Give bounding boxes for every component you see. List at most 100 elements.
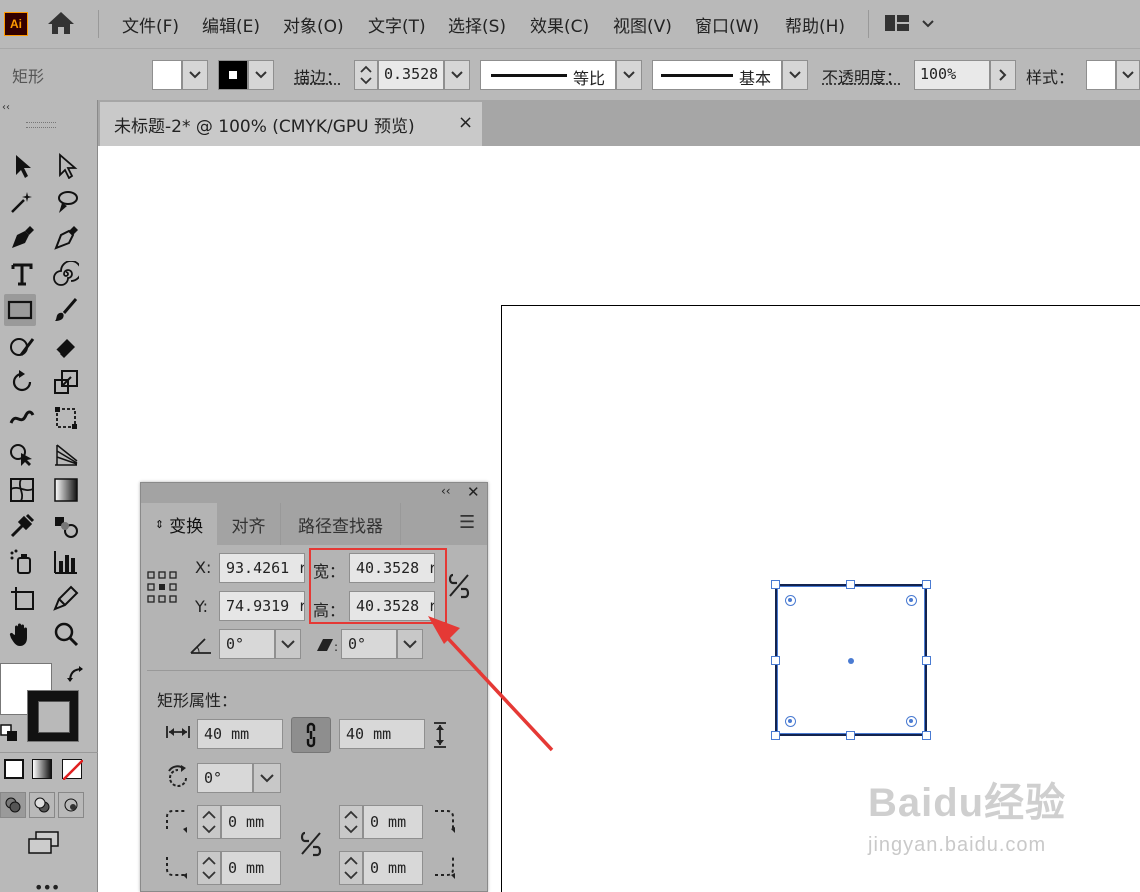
corner-type-top-left-icon[interactable]: [163, 807, 191, 835]
resize-handle-bottom[interactable]: [846, 731, 855, 740]
menu-view[interactable]: 视图(V): [613, 12, 672, 37]
close-icon[interactable]: ×: [458, 112, 473, 133]
style-swatch[interactable]: [1086, 60, 1116, 90]
resize-handle-right[interactable]: [922, 656, 931, 665]
live-corner-widget[interactable]: [906, 716, 917, 727]
stroke-weight-dropdown[interactable]: [444, 60, 470, 90]
menu-edit[interactable]: 编辑(E): [202, 12, 260, 37]
eyedropper-tool-icon[interactable]: [6, 510, 38, 542]
link-corners-icon[interactable]: [299, 829, 323, 859]
blend-tool-icon[interactable]: [50, 510, 82, 542]
menu-object[interactable]: 对象(O): [283, 12, 344, 37]
menu-type[interactable]: 文字(T): [368, 12, 426, 37]
stroke-color-swatch[interactable]: [218, 60, 248, 90]
panel-grip[interactable]: [26, 122, 56, 128]
hand-tool-icon[interactable]: [6, 618, 38, 650]
collapse-icon[interactable]: ‹‹: [2, 102, 10, 113]
resize-handle-top-left[interactable]: [771, 580, 780, 589]
shear-input[interactable]: 0°: [341, 629, 397, 659]
corner-type-top-right-icon[interactable]: [431, 807, 459, 835]
rect-width-input[interactable]: 40 mm: [197, 719, 283, 749]
gradient-mode-button[interactable]: [32, 759, 52, 779]
default-colors-icon[interactable]: [0, 724, 18, 742]
perspective-grid-tool-icon[interactable]: [50, 438, 82, 470]
symbol-sprayer-tool-icon[interactable]: [6, 546, 38, 578]
rotate-input[interactable]: 0°: [219, 629, 275, 659]
zoom-tool-icon[interactable]: [50, 618, 82, 650]
reference-point-icon[interactable]: [147, 571, 177, 603]
menu-select[interactable]: 选择(S): [448, 12, 506, 37]
corner-tr-input[interactable]: 0 mm: [363, 805, 423, 839]
draw-behind-button[interactable]: [29, 792, 55, 818]
resize-handle-left[interactable]: [771, 656, 780, 665]
corner-bl-stepper[interactable]: [197, 851, 221, 885]
constrain-proportions-icon[interactable]: [447, 571, 471, 601]
workspace-switcher-icon[interactable]: [884, 13, 910, 33]
resize-handle-top[interactable]: [846, 580, 855, 589]
style-dropdown[interactable]: [1116, 60, 1140, 90]
corner-br-input[interactable]: 0 mm: [363, 851, 423, 885]
rect-rotate-input[interactable]: 0°: [197, 763, 253, 793]
rectangle-tool-icon[interactable]: [4, 294, 36, 326]
live-corner-widget[interactable]: [785, 716, 796, 727]
resize-handle-top-right[interactable]: [922, 580, 931, 589]
opacity-label[interactable]: 不透明度：: [822, 64, 902, 88]
paintbrush-tool-icon[interactable]: [50, 294, 82, 326]
resize-handle-bottom-left[interactable]: [771, 731, 780, 740]
color-mode-button[interactable]: [4, 759, 24, 779]
y-input[interactable]: 74.9319 r: [219, 591, 305, 621]
opacity-arrow[interactable]: [990, 60, 1016, 90]
stroke-color-swatch[interactable]: [27, 690, 79, 742]
artboard-tool-icon[interactable]: [6, 582, 38, 614]
brush-dropdown[interactable]: [782, 60, 808, 90]
rect-rotate-dropdown[interactable]: [253, 763, 281, 793]
rotate-dropdown[interactable]: [275, 629, 301, 659]
resize-handle-bottom-right[interactable]: [922, 731, 931, 740]
rect-height-input[interactable]: 40 mm: [339, 719, 425, 749]
profile-dropdown[interactable]: [616, 60, 642, 90]
chevron-down-icon[interactable]: [920, 13, 936, 33]
corner-bl-input[interactable]: 0 mm: [221, 851, 281, 885]
change-screen-mode-icon[interactable]: [26, 830, 62, 856]
slice-tool-icon[interactable]: [50, 582, 82, 614]
gradient-tool-icon[interactable]: [50, 474, 82, 506]
brush-definition[interactable]: 基本: [652, 60, 782, 90]
opacity-input[interactable]: 100%: [914, 60, 990, 90]
panel-menu-icon[interactable]: ☰: [459, 512, 475, 533]
corner-br-stepper[interactable]: [339, 851, 363, 885]
pen-tool-icon[interactable]: [6, 222, 38, 254]
draw-inside-button[interactable]: [58, 792, 84, 818]
live-corner-widget[interactable]: [785, 595, 796, 606]
stroke-weight-input[interactable]: 0.3528: [378, 60, 444, 90]
width-tool-icon[interactable]: [6, 402, 38, 434]
scale-tool-icon[interactable]: [50, 366, 82, 398]
stroke-color-dropdown[interactable]: [248, 60, 274, 90]
tab-align[interactable]: 对齐: [217, 503, 281, 545]
free-transform-tool-icon[interactable]: [50, 402, 82, 434]
eraser-tool-icon[interactable]: [50, 330, 82, 362]
live-corner-widget[interactable]: [906, 595, 917, 606]
fill-dropdown[interactable]: [182, 60, 208, 90]
stroke-label[interactable]: 描边：: [294, 64, 342, 88]
lasso-tool-icon[interactable]: [50, 186, 82, 218]
menu-help[interactable]: 帮助(H): [785, 12, 845, 37]
selection-tool-icon[interactable]: [6, 150, 38, 182]
curvature-tool-icon[interactable]: [50, 222, 82, 254]
shape-builder-tool-icon[interactable]: [6, 438, 38, 470]
draw-normal-button[interactable]: [0, 792, 26, 818]
menu-effect[interactable]: 效果(C): [530, 12, 589, 37]
menu-window[interactable]: 窗口(W): [695, 12, 759, 37]
document-tab[interactable]: 未标题-2* @ 100% (CMYK/GPU 预览) ×: [100, 102, 482, 146]
magic-wand-tool-icon[interactable]: [6, 186, 38, 218]
none-mode-button[interactable]: [62, 759, 84, 781]
spiral-tool-icon[interactable]: [50, 258, 82, 290]
corner-type-bottom-right-icon[interactable]: [431, 853, 459, 881]
variable-width-profile[interactable]: 等比: [480, 60, 616, 90]
fill-color-swatch[interactable]: [152, 60, 182, 90]
mesh-tool-icon[interactable]: [6, 474, 38, 506]
corner-tl-input[interactable]: 0 mm: [221, 805, 281, 839]
collapse-panel-icon[interactable]: ‹‹: [441, 484, 451, 498]
x-input[interactable]: 93.4261 r: [219, 553, 305, 583]
stroke-weight-stepper[interactable]: [354, 60, 378, 90]
tab-transform[interactable]: ⇕ 变换: [141, 503, 217, 545]
